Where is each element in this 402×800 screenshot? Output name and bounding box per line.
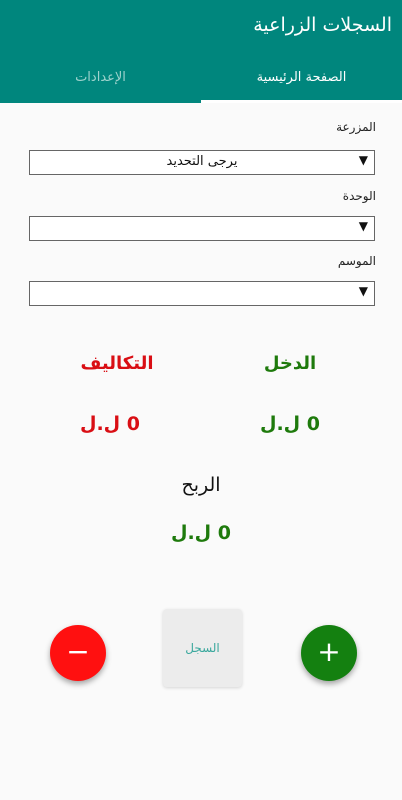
- log-button[interactable]: السجل: [163, 609, 242, 687]
- unit-select[interactable]: ▼: [29, 216, 375, 241]
- farm-label: المزرعة: [336, 120, 376, 134]
- income-label: الدخل: [263, 353, 317, 374]
- farm-select[interactable]: يرجى التحديد ▼: [29, 150, 375, 175]
- tab-home[interactable]: الصفحة الرئيسية: [201, 58, 402, 100]
- tab-settings[interactable]: الإعدادات: [0, 58, 201, 100]
- season-label: الموسم: [337, 254, 376, 268]
- tab-indicator: [201, 100, 402, 103]
- dropdown-arrow-icon: ▼: [358, 284, 368, 298]
- profit-label: الربح: [181, 474, 221, 496]
- costs-label: التكاليف: [80, 353, 154, 374]
- dropdown-arrow-icon: ▼: [358, 219, 368, 233]
- season-select[interactable]: ▼: [29, 281, 375, 306]
- plus-icon: +: [317, 635, 341, 668]
- income-value: 0 ل.ل: [259, 413, 321, 435]
- minus-icon: −: [66, 635, 90, 668]
- add-button[interactable]: +: [301, 625, 357, 681]
- farm-select-value: يرجى التحديد: [166, 154, 238, 169]
- app-bar: السجلات الزراعية الصفحة الرئيسية الإعداد…: [0, 0, 402, 103]
- costs-value: 0 ل.ل: [79, 413, 141, 435]
- tab-bar: الصفحة الرئيسية الإعدادات: [0, 58, 402, 103]
- app-title: السجلات الزراعية: [253, 14, 392, 36]
- subtract-button[interactable]: −: [50, 625, 106, 681]
- dropdown-arrow-icon: ▼: [358, 153, 368, 167]
- unit-label: الوحدة: [342, 189, 376, 203]
- profit-value: 0 ل.ل: [170, 522, 232, 544]
